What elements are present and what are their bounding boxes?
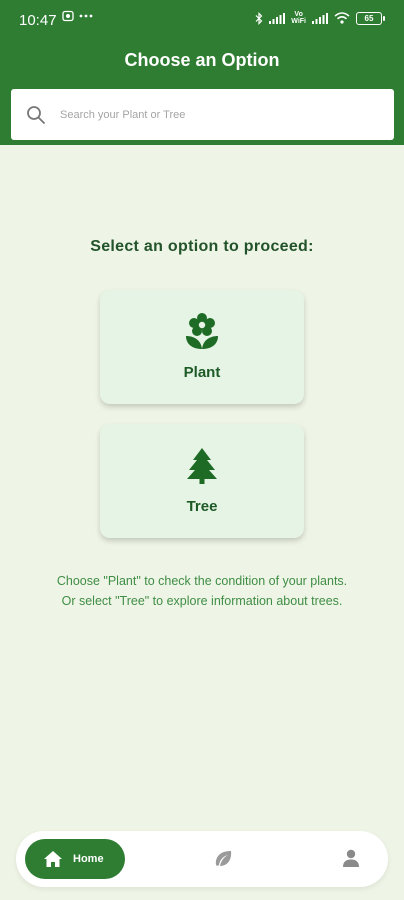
home-icon <box>44 851 62 867</box>
status-right-icons: Vo WiFi 65 <box>255 11 385 25</box>
battery-icon: 65 <box>356 11 385 25</box>
flower-icon <box>186 313 218 349</box>
signal-icon-2 <box>312 12 328 24</box>
status-left-icons <box>62 10 93 22</box>
tree-option-label: Tree <box>186 498 218 515</box>
prompt-text: Select an option to proceed: <box>90 238 314 255</box>
status-time: 10:47 <box>19 12 57 29</box>
bottom-navigation: Home <box>16 831 388 887</box>
vowifi-top: Vo <box>294 11 303 18</box>
help-text-line-2: Or select "Tree" to explore information … <box>61 594 343 608</box>
signal-icon <box>269 12 286 24</box>
search-icon[interactable] <box>26 105 46 125</box>
plant-option-label: Plant <box>183 364 221 381</box>
bluetooth-icon <box>255 11 263 25</box>
plant-option-button[interactable]: Plant <box>100 290 304 404</box>
search-bar[interactable] <box>11 89 394 140</box>
search-input[interactable] <box>60 108 360 121</box>
help-text: Choose "Plant" to check the condition of… <box>0 571 404 611</box>
help-text-line-1: Choose "Plant" to check the condition of… <box>56 574 348 588</box>
tree-icon <box>187 448 217 484</box>
tree-option-button[interactable]: Tree <box>100 424 304 538</box>
page-title: Choose an Option <box>124 50 280 70</box>
leaf-icon[interactable] <box>213 849 233 869</box>
vowifi-label: Vo WiFi <box>291 11 306 25</box>
app-header: 10:47 Vo WiFi 65 Choose an Option <box>0 0 404 145</box>
nav-home-label: Home <box>73 853 104 865</box>
more-dots-icon <box>79 14 93 18</box>
profile-icon[interactable] <box>341 848 361 868</box>
nav-home-button[interactable]: Home <box>25 839 125 879</box>
status-bar: 10:47 Vo WiFi 65 <box>0 0 404 40</box>
screen-record-icon <box>62 10 74 22</box>
wifi-icon <box>334 12 350 24</box>
vowifi-bottom: WiFi <box>291 18 306 25</box>
